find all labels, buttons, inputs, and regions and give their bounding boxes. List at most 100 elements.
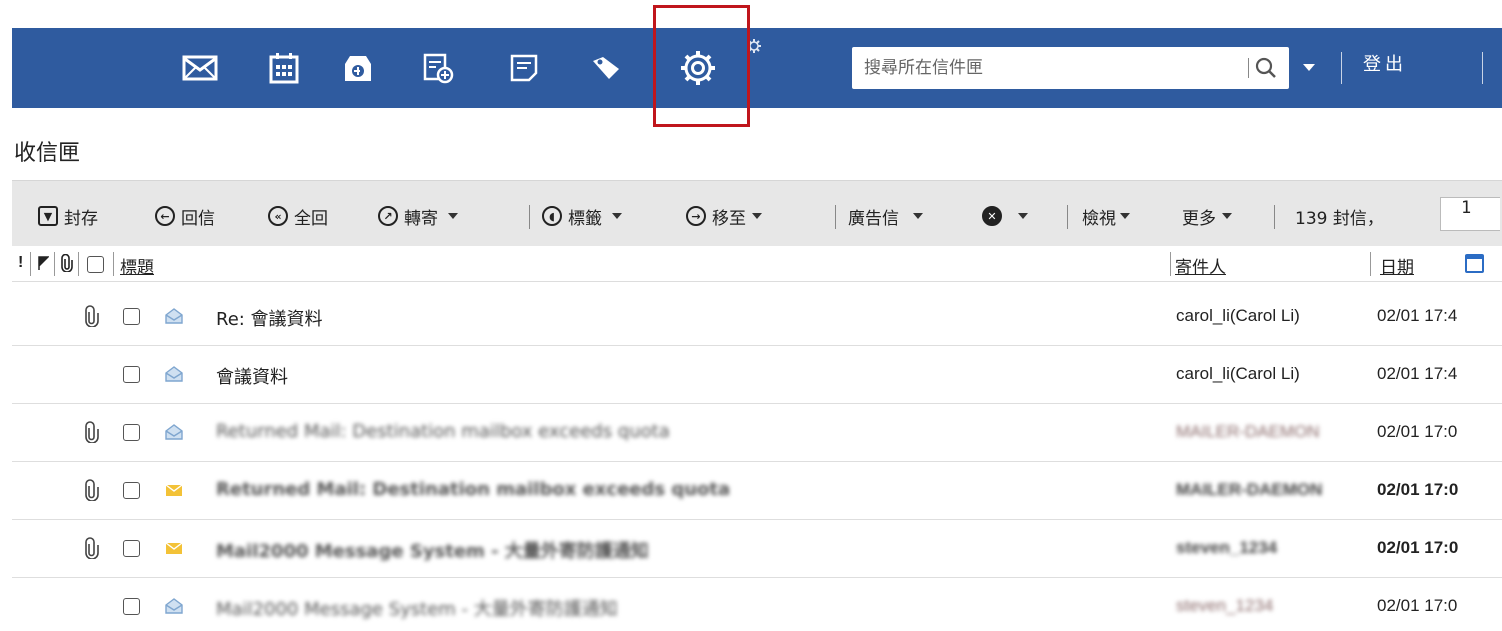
attachment-icon (84, 421, 100, 444)
forward-icon: ↗ (378, 206, 398, 226)
message-subject[interactable]: Re: 會議資料 (216, 305, 323, 331)
highlight-box (653, 5, 750, 127)
priority-column-icon[interactable]: ! (18, 254, 23, 272)
message-row[interactable]: Returned Mail: Destination mailbox excee… (12, 404, 1502, 462)
spam-button[interactable]: 廣告信 (848, 203, 923, 229)
reply-button[interactable]: ← 回信 (155, 203, 215, 229)
divider (113, 252, 114, 276)
search-box (852, 47, 1289, 89)
attachment-icon (84, 479, 100, 502)
reply-icon: ← (155, 206, 175, 226)
message-row[interactable]: 會議資料 carol_li(Carol Li) 02/01 17:4 (12, 346, 1502, 404)
message-sender[interactable]: carol_li(Carol Li) (1176, 364, 1366, 384)
message-sender[interactable]: MAILER-DAEMON (1176, 480, 1366, 500)
message-checkbox[interactable] (123, 482, 140, 499)
move-to-dropdown-icon[interactable] (752, 213, 762, 219)
read-envelope-icon (165, 424, 183, 440)
sender-column-header[interactable]: 寄件人 (1175, 253, 1226, 278)
message-count: 139 封信， (1295, 203, 1384, 229)
logout-link[interactable]: 登出 (1363, 50, 1407, 76)
divider (30, 252, 31, 276)
contacts-icon[interactable] (338, 48, 378, 88)
attachment-icon (84, 305, 100, 328)
divider (529, 205, 530, 229)
subject-column-header[interactable]: 標題 (120, 253, 154, 278)
forward-dropdown-icon[interactable] (448, 213, 458, 219)
divider (1170, 252, 1171, 276)
attachment-icon (84, 537, 100, 560)
search-divider (1248, 58, 1249, 78)
message-sender[interactable]: steven_1234 (1176, 538, 1366, 558)
delete-icon: ✕ (982, 206, 1002, 226)
read-envelope-icon (165, 598, 183, 614)
mail-icon[interactable] (180, 48, 220, 88)
unread-envelope-icon (165, 540, 183, 556)
flag-column-icon[interactable] (38, 256, 49, 270)
view-button[interactable]: 檢視 (1082, 203, 1130, 229)
tag-icon[interactable] (586, 48, 626, 88)
forward-label: 轉寄 (404, 208, 438, 229)
reply-all-icon: « (268, 206, 288, 226)
view-dropdown-icon[interactable] (1120, 213, 1130, 219)
reply-label: 回信 (181, 208, 215, 229)
message-checkbox[interactable] (123, 540, 140, 557)
forward-button[interactable]: ↗ 轉寄 (378, 203, 458, 229)
message-date: 02/01 17:0 (1377, 480, 1459, 499)
message-row[interactable]: Returned Mail: Destination mailbox excee… (12, 462, 1502, 520)
label-icon: ◖ (542, 206, 562, 226)
message-row[interactable]: Mail2000 Message System - 大量外寄防護通知 steven… (12, 578, 1502, 631)
message-checkbox[interactable] (123, 598, 140, 615)
folder-title: 收信匣 (14, 141, 81, 166)
compose-icon[interactable] (418, 48, 458, 88)
message-row[interactable]: Re: 會議資料 carol_li(Carol Li) 02/01 17:4 (12, 288, 1502, 346)
message-date: 02/01 17:4 (1377, 364, 1458, 383)
calendar-icon[interactable] (264, 48, 304, 88)
spam-dropdown-icon[interactable] (913, 213, 923, 219)
message-row[interactable]: Mail2000 Message System - 大量外寄防護通知 steven… (12, 520, 1502, 578)
message-subject[interactable]: 會議資料 (216, 363, 288, 389)
message-checkbox[interactable] (123, 308, 140, 325)
message-date: 02/01 17:4 (1377, 306, 1458, 325)
read-envelope-icon (165, 308, 183, 324)
search-options-dropdown-icon[interactable] (1303, 64, 1315, 71)
message-subject[interactable]: Mail2000 Message System - 大量外寄防護通知 (216, 595, 618, 621)
read-envelope-icon (165, 366, 183, 382)
message-checkbox[interactable] (123, 424, 140, 441)
unread-envelope-icon (165, 482, 183, 498)
more-dropdown-icon[interactable] (1222, 213, 1232, 219)
message-sender[interactable]: steven_1234 (1176, 596, 1366, 616)
label-button[interactable]: ◖ 標籤 (542, 203, 622, 229)
divider (1067, 205, 1068, 229)
delete-button[interactable]: ✕ (982, 203, 1028, 229)
calendar-filter-icon[interactable] (1465, 254, 1484, 273)
reply-all-button[interactable]: « 全回 (268, 203, 328, 229)
reply-all-label: 全回 (294, 208, 328, 229)
message-subject[interactable]: Mail2000 Message System - 大量外寄防護通知 (216, 537, 649, 563)
label-dropdown-icon[interactable] (612, 213, 622, 219)
attachment-column-icon[interactable] (61, 254, 73, 272)
divider (835, 205, 836, 229)
archive-button[interactable]: ▼ 封存 (38, 203, 98, 229)
more-button[interactable]: 更多 (1182, 203, 1232, 229)
action-toolbar: ▼ 封存 ← 回信 « 全回 ↗ 轉寄 ◖ 標籤 → 移至 廣告信 ✕ 檢視 更… (12, 180, 1502, 246)
message-sender[interactable]: carol_li(Carol Li) (1176, 306, 1366, 326)
divider (1341, 52, 1342, 84)
divider (1482, 52, 1483, 84)
search-input[interactable] (864, 47, 1234, 89)
page-number-input[interactable]: 1 (1440, 197, 1500, 231)
divider (1274, 205, 1275, 229)
move-to-label: 移至 (712, 208, 746, 229)
message-date: 02/01 17:0 (1377, 538, 1459, 557)
notes-icon[interactable] (504, 48, 544, 88)
message-checkbox[interactable] (123, 366, 140, 383)
message-list-header: ! 標題 寄件人 日期 (12, 246, 1502, 282)
message-subject[interactable]: Returned Mail: Destination mailbox excee… (216, 479, 730, 500)
message-sender[interactable]: MAILER-DAEMON (1176, 422, 1366, 442)
select-all-checkbox[interactable] (87, 256, 104, 273)
delete-dropdown-icon[interactable] (1018, 213, 1028, 219)
search-icon[interactable] (1254, 56, 1278, 80)
message-subject[interactable]: Returned Mail: Destination mailbox excee… (216, 421, 670, 442)
date-column-header[interactable]: 日期 (1380, 253, 1414, 278)
divider (1370, 252, 1371, 276)
move-to-button[interactable]: → 移至 (686, 203, 762, 229)
